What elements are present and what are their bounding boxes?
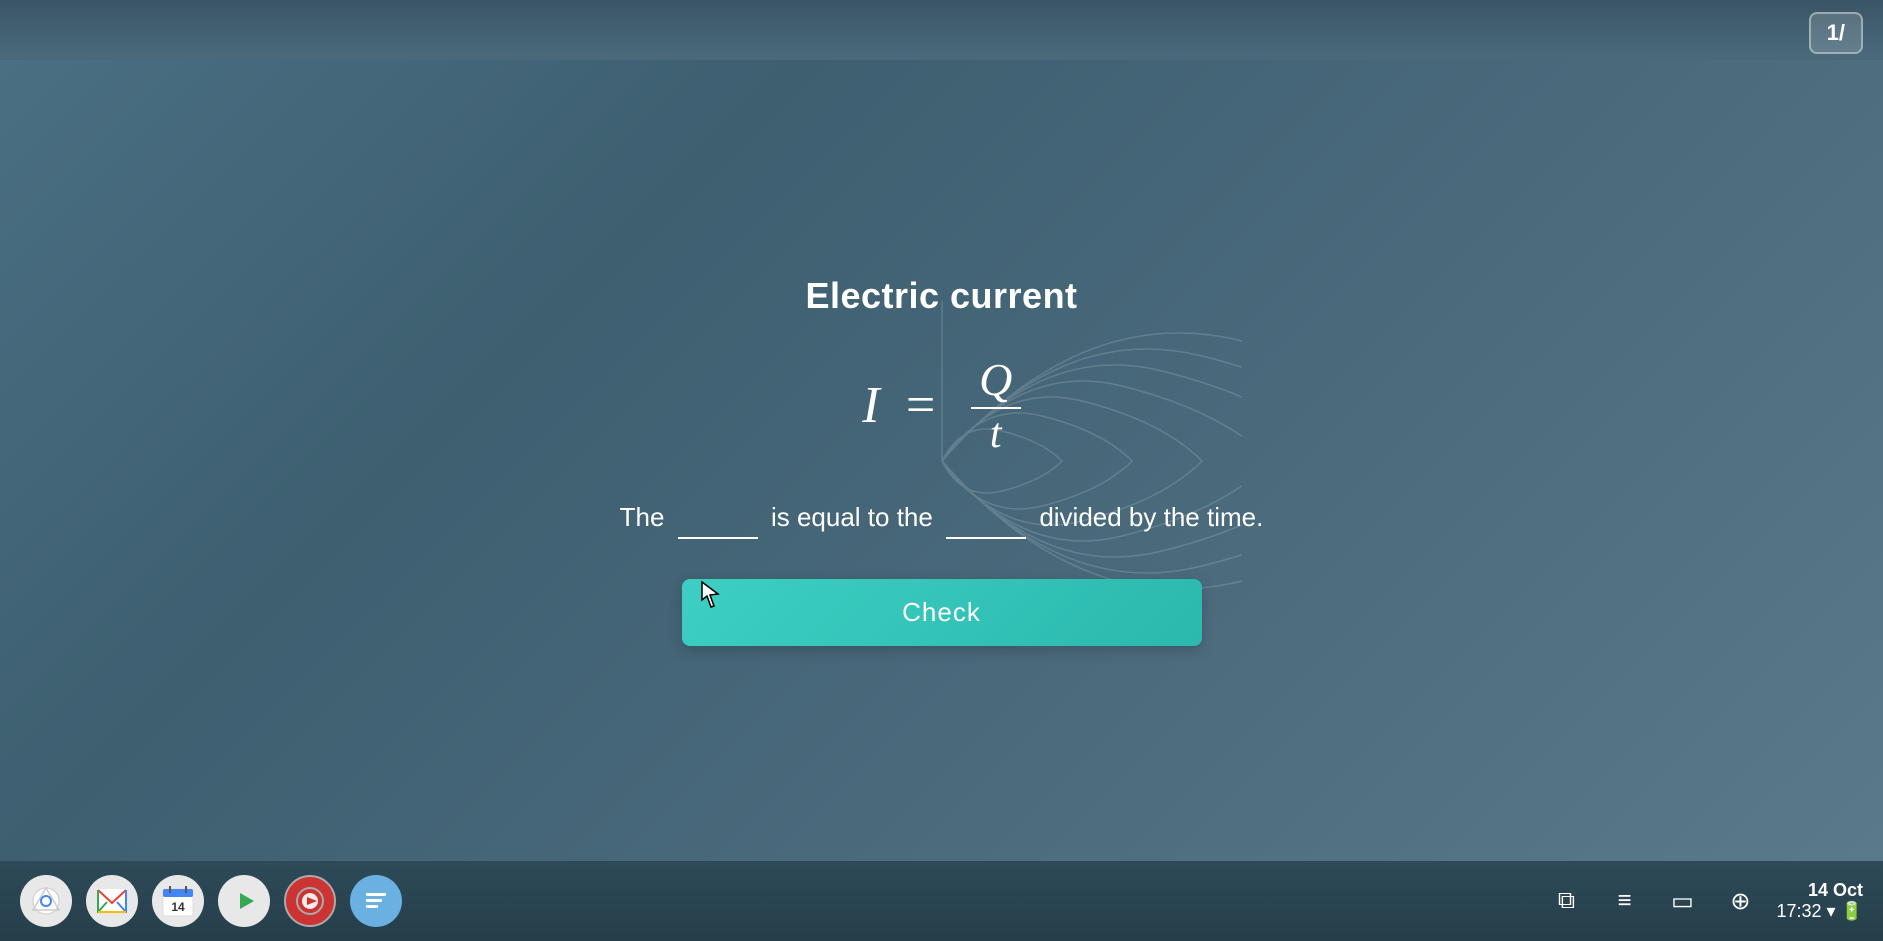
formula-block: I = Q t	[862, 357, 1020, 455]
page-counter: 1/	[1809, 12, 1863, 54]
card-title: Electric current	[805, 275, 1077, 317]
question-part3: divided by the time.	[1039, 502, 1263, 532]
datetime-block[interactable]: 14 Oct 17:32 ▾ 🔋	[1776, 880, 1863, 922]
taskbar-time: 17:32 ▾ 🔋	[1776, 901, 1863, 922]
wifi-icon: ▾	[1827, 901, 1836, 921]
main-content: Electric current I = Q t The is equal to…	[0, 60, 1883, 861]
taskbar-mail-icon[interactable]	[86, 875, 138, 927]
taskbar-calendar-icon[interactable]: 14	[152, 875, 204, 927]
blank-1	[678, 495, 758, 539]
display-icon[interactable]: ▭	[1660, 879, 1704, 923]
taskbar-system: ⧉ ≡ ▭ ⊕ 14 Oct 17:32 ▾ 🔋	[1544, 879, 1863, 923]
taskbar-time-value: 17:32	[1776, 901, 1821, 921]
taskbar-chrome-icon[interactable]	[20, 875, 72, 927]
formula-fraction: Q t	[971, 357, 1021, 455]
taskbar-date: 14 Oct	[1808, 880, 1863, 901]
taskbar-play-icon[interactable]	[218, 875, 270, 927]
svg-text:14: 14	[171, 900, 185, 914]
tasks-icon[interactable]: ≡	[1602, 879, 1646, 923]
battery-icon: 🔋	[1841, 901, 1863, 921]
formula-equals: =	[903, 377, 938, 434]
screenshot-icon[interactable]: ⧉	[1544, 879, 1588, 923]
taskbar: 14 ⧉	[0, 861, 1883, 941]
blank-2	[946, 495, 1026, 539]
question-part1: The	[620, 502, 665, 532]
page-counter-text: 1/	[1827, 20, 1845, 45]
formula-denominator: t	[990, 409, 1002, 455]
top-bar	[0, 0, 1883, 60]
formula-numerator: Q	[979, 357, 1012, 407]
formula-i: I	[862, 377, 879, 434]
question-part2: is equal to the	[771, 502, 933, 532]
settings-icon[interactable]: ⊕	[1718, 879, 1762, 923]
taskbar-apps: 14	[20, 875, 402, 927]
taskbar-media-icon[interactable]	[284, 875, 336, 927]
taskbar-files-icon[interactable]	[350, 875, 402, 927]
check-button[interactable]: Check	[682, 579, 1202, 646]
content-wrapper: Electric current I = Q t The is equal to…	[0, 275, 1883, 646]
question-text: The is equal to the divided by the time.	[620, 495, 1264, 539]
